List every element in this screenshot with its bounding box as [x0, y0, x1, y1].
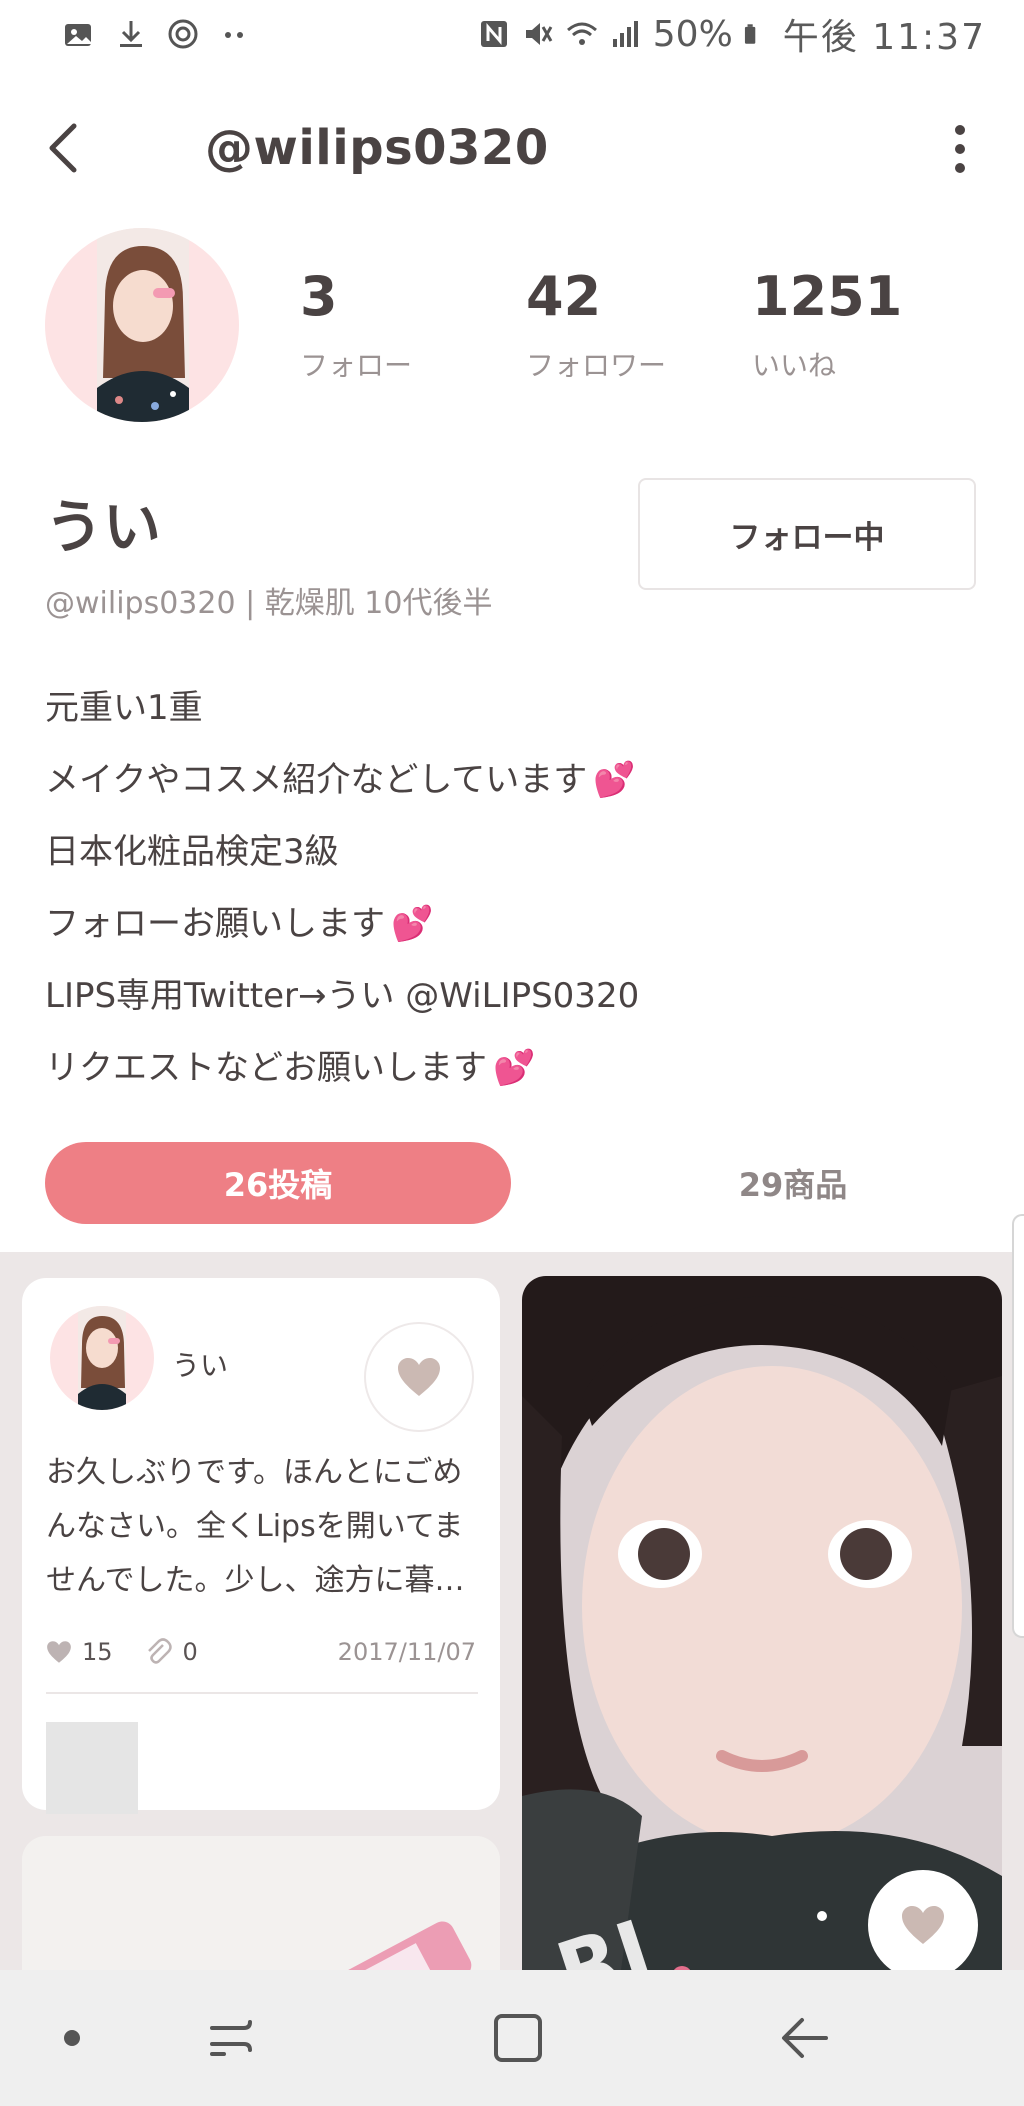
bio-text: 元重い1重 — [45, 688, 203, 728]
profile-bio: 元重い1重 メイクやコスメ紹介などしています 💕 日本化粧品検定3級 フォローお願… — [45, 672, 945, 1104]
clock: 午後 11:37 — [782, 17, 986, 58]
stat-label: フォロー — [300, 349, 413, 382]
bio-line: LIPS専用Twitter→うい @WiLIPS0320 — [45, 960, 945, 1032]
stat-following[interactable]: 3 フォロー — [300, 270, 412, 384]
post-photo[interactable]: RI — [522, 1276, 1002, 1970]
home-icon[interactable] — [490, 2010, 546, 2066]
back-button[interactable] — [40, 118, 94, 178]
post-thumbnail[interactable] — [46, 1722, 138, 1814]
bio-line: 元重い1重 — [45, 672, 945, 744]
wifi-icon — [566, 22, 597, 45]
bio-line: リクエストなどお願いします 💕 — [45, 1032, 945, 1104]
bio-text: メイクやコスメ紹介などしています — [45, 760, 588, 800]
recent-apps-icon[interactable] — [204, 2010, 260, 2066]
post-feed: うい お久しぶりです。ほんとにごめんなさい。全くLipsを開いてませんでした。少… — [0, 1252, 1024, 1970]
heart-icon — [902, 1906, 944, 1944]
bio-text: 日本化粧品検定3級 — [45, 832, 339, 872]
heart-icon — [398, 1358, 440, 1396]
bio-line: 日本化粧品検定3級 — [45, 816, 945, 888]
post-card[interactable]: うい お久しぶりです。ほんとにごめんなさい。全くLipsを開いてませんでした。少… — [22, 1278, 500, 1814]
post-date: 2017/11/07 — [337, 1638, 476, 1666]
target-icon — [168, 19, 198, 49]
post-author-photo — [78, 1306, 126, 1410]
bio-text: リクエストなどお願いします — [45, 1048, 487, 1088]
photo-like-button[interactable] — [868, 1870, 978, 1980]
post-image — [22, 1836, 500, 1970]
bio-emoji: 💕 — [391, 904, 434, 944]
post-author-avatar[interactable] — [50, 1306, 154, 1410]
back-nav-icon[interactable] — [776, 2010, 832, 2066]
status-left-icons — [62, 14, 252, 54]
post-card[interactable] — [22, 1836, 500, 1970]
kebab-menu-icon[interactable] — [940, 122, 980, 176]
signal-icon — [612, 21, 638, 47]
bio-text: フォローお願いします — [45, 904, 385, 944]
tab-posts[interactable]: 26投稿 — [45, 1142, 511, 1224]
stat-likes[interactable]: 1251 いいね — [752, 270, 902, 384]
like-button[interactable] — [364, 1322, 474, 1432]
status-bar: 50% 午後 11:37 — [0, 0, 1024, 70]
system-nav-bar — [0, 1970, 1024, 2106]
bio-line: フォローお願いします 💕 — [45, 888, 945, 960]
following-button[interactable]: フォロー中 — [638, 478, 976, 590]
divider — [46, 1692, 478, 1694]
download-icon — [120, 21, 142, 47]
clip-count: 0 — [182, 1638, 198, 1666]
avatar[interactable] — [45, 228, 239, 422]
post-author-name: うい — [172, 1349, 229, 1382]
bio-line: メイクやコスメ紹介などしています 💕 — [45, 744, 945, 816]
more-dots-icon — [225, 32, 243, 38]
post-excerpt: お久しぶりです。ほんとにごめんなさい。全くLipsを開いてませんでした。少し、途… — [46, 1455, 465, 1598]
bio-emoji: 💕 — [593, 760, 636, 800]
heart-icon — [47, 1641, 71, 1663]
stat-label: いいね — [752, 349, 837, 382]
selfie-image: RI — [522, 1276, 1002, 1970]
profile-subline: @wilips0320 | 乾燥肌 10代後半 — [45, 586, 493, 621]
bio-text: LIPS専用Twitter→うい @WiLIPS0320 — [45, 976, 640, 1016]
dot-icon[interactable] — [60, 2018, 84, 2058]
battery-percent: 50% — [652, 13, 733, 55]
status-right: 50% 午後 11:37 — [477, 10, 986, 58]
like-count: 15 — [82, 1638, 113, 1666]
stat-value: 42 — [526, 265, 602, 328]
edge-panel-handle[interactable] — [1012, 1214, 1024, 1638]
stat-value: 1251 — [752, 265, 903, 328]
stat-value: 3 — [300, 265, 338, 328]
avatar-photo — [97, 228, 189, 422]
stat-label: フォロワー — [526, 349, 667, 382]
tab-products[interactable]: 29商品 — [560, 1142, 1024, 1224]
clip-icon — [147, 1638, 172, 1664]
stat-followers[interactable]: 42 フォロワー — [526, 270, 666, 384]
battery-icon — [744, 24, 756, 44]
mute-icon — [525, 23, 553, 45]
profile-name: うい — [45, 493, 162, 561]
bio-emoji: 💕 — [493, 1048, 536, 1088]
nfc-icon — [480, 21, 507, 47]
post-meta: 15 0 2017/11/07 — [46, 1634, 476, 1670]
gallery-icon — [65, 24, 91, 46]
page-title: @wilips0320 — [205, 120, 549, 176]
